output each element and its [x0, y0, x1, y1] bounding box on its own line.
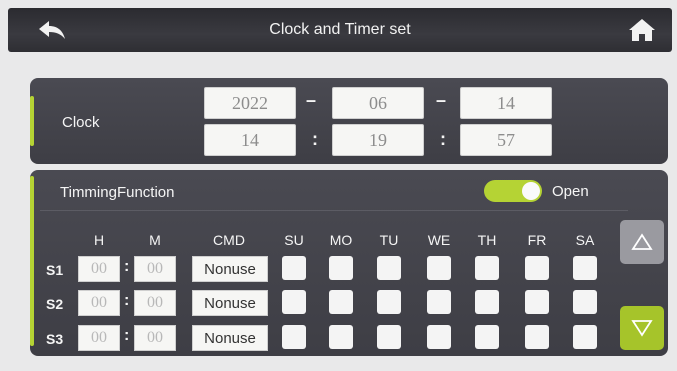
column-header-m: M: [149, 232, 161, 248]
s1-su-checkbox[interactable]: [282, 256, 306, 280]
accent-bar: [30, 176, 34, 346]
s2-sa-checkbox[interactable]: [573, 290, 597, 314]
s3-cmd-select[interactable]: Nonuse: [192, 325, 268, 351]
second-field[interactable]: 57: [460, 124, 552, 156]
column-header-su: SU: [284, 232, 304, 248]
column-header-we: WE: [427, 232, 451, 248]
s1-hour-field[interactable]: 00: [78, 256, 120, 282]
triangle-up-icon: [631, 233, 653, 250]
hour-field[interactable]: 14: [204, 124, 296, 156]
row-label-s1: S1: [46, 262, 64, 278]
timing-function-label: TimmingFunction: [60, 184, 175, 201]
time-colon: :: [124, 292, 130, 309]
s3-tu-checkbox[interactable]: [377, 325, 401, 349]
home-button[interactable]: [624, 14, 660, 46]
time-separator: :: [312, 129, 318, 149]
divider: [40, 210, 628, 211]
row-label-s2: S2: [46, 296, 64, 312]
scroll-up-button[interactable]: [620, 220, 664, 264]
column-header-h: H: [93, 232, 105, 248]
s2-hour-field[interactable]: 00: [78, 290, 120, 316]
s2-we-checkbox[interactable]: [427, 290, 451, 314]
s3-su-checkbox[interactable]: [282, 325, 306, 349]
s3-hour-field[interactable]: 00: [78, 325, 120, 351]
column-header-mo: MO: [329, 232, 353, 248]
s2-su-checkbox[interactable]: [282, 290, 306, 314]
time-separator: :: [440, 129, 446, 149]
home-icon: [629, 19, 655, 41]
s2-tu-checkbox[interactable]: [377, 290, 401, 314]
s3-minute-field[interactable]: 00: [134, 325, 176, 351]
column-header-cmd: CMD: [213, 232, 245, 248]
row-label-s3: S3: [46, 331, 64, 347]
year-field[interactable]: 2022: [204, 87, 296, 119]
s1-mo-checkbox[interactable]: [329, 256, 353, 280]
timer-panel: TimmingFunction Open H M CMD SU MO TU WE…: [30, 170, 668, 356]
date-separator: –: [306, 90, 317, 110]
s1-we-checkbox[interactable]: [427, 256, 451, 280]
date-separator: –: [436, 90, 447, 110]
s2-cmd-select[interactable]: Nonuse: [192, 290, 268, 316]
s2-th-checkbox[interactable]: [475, 290, 499, 314]
s1-minute-field[interactable]: 00: [134, 256, 176, 282]
accent-bar: [30, 96, 34, 146]
column-header-tu: TU: [379, 232, 399, 248]
s3-th-checkbox[interactable]: [475, 325, 499, 349]
timer-toggle[interactable]: [484, 180, 542, 202]
s3-mo-checkbox[interactable]: [329, 325, 353, 349]
column-header-fr: FR: [527, 232, 547, 248]
column-header-th: TH: [477, 232, 497, 248]
scroll-down-button[interactable]: [620, 306, 664, 350]
time-colon: :: [124, 327, 130, 344]
day-field[interactable]: 14: [460, 87, 552, 119]
clock-panel: Clock 2022 – 06 – 14 14 : 19 : 57: [30, 78, 668, 164]
minute-field[interactable]: 19: [332, 124, 424, 156]
s3-fr-checkbox[interactable]: [525, 325, 549, 349]
time-colon: :: [124, 258, 130, 275]
s2-minute-field[interactable]: 00: [134, 290, 176, 316]
toggle-knob: [522, 182, 540, 200]
page-title: Clock and Timer set: [269, 21, 411, 38]
triangle-down-icon: [631, 320, 653, 337]
s2-mo-checkbox[interactable]: [329, 290, 353, 314]
s1-tu-checkbox[interactable]: [377, 256, 401, 280]
s2-fr-checkbox[interactable]: [525, 290, 549, 314]
clock-label: Clock: [62, 114, 100, 131]
toggle-label: Open: [552, 183, 589, 200]
column-header-sa: SA: [575, 232, 595, 248]
s1-sa-checkbox[interactable]: [573, 256, 597, 280]
s3-we-checkbox[interactable]: [427, 325, 451, 349]
s1-cmd-select[interactable]: Nonuse: [192, 256, 268, 282]
s3-sa-checkbox[interactable]: [573, 325, 597, 349]
s1-th-checkbox[interactable]: [475, 256, 499, 280]
header-bar: Clock and Timer set: [8, 8, 672, 52]
s1-fr-checkbox[interactable]: [525, 256, 549, 280]
month-field[interactable]: 06: [332, 87, 424, 119]
